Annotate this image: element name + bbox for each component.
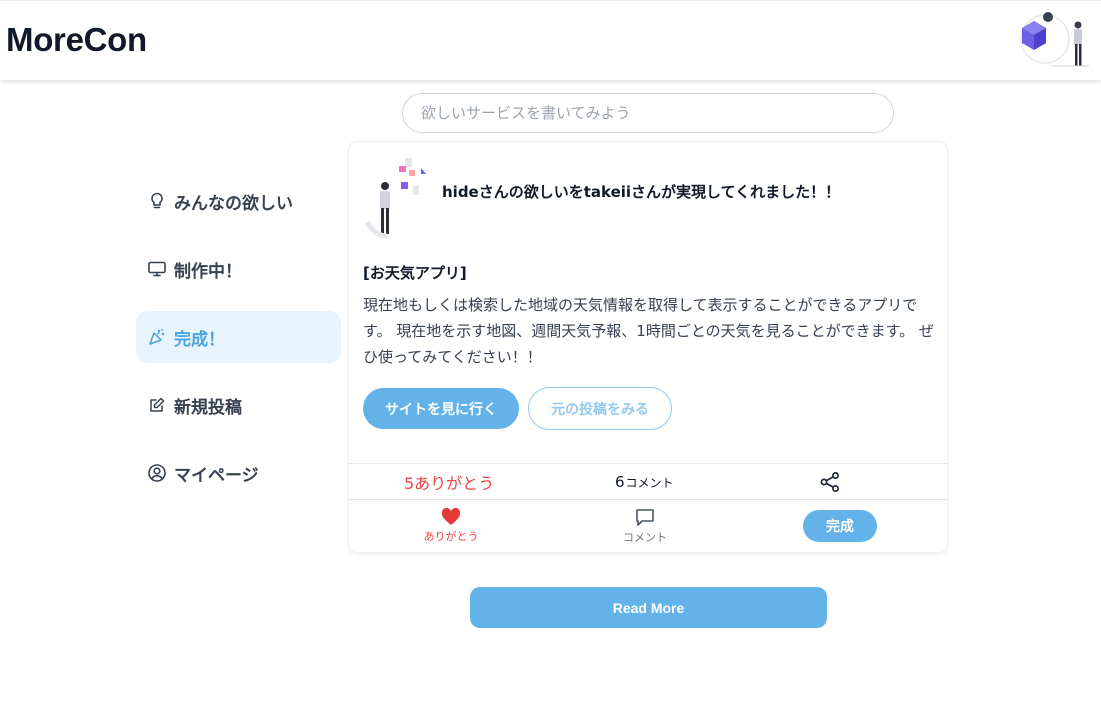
comment-icon [636, 509, 654, 526]
post-card: hideさんの欲しいをtakeiiさんが実現してくれました！！ [お天気アプリ]… [349, 142, 947, 552]
lightbulb-icon [148, 192, 166, 210]
post-stats: 5ありがとう 6 コメント [349, 463, 947, 500]
heart-icon [441, 508, 461, 525]
thanks-count: 5ありがとう [404, 474, 495, 493]
sidebar-item-new-post[interactable]: 新規投稿 [136, 379, 341, 431]
comment-button-label: コメント [623, 531, 667, 544]
sidebar-item-label: みんなの欲しい [174, 193, 293, 214]
hexagon-person-illustration [1020, 12, 1089, 67]
sidebar-item-label: マイページ [174, 465, 259, 486]
thanks-button[interactable]: ありがとう [421, 508, 481, 544]
person-with-notes-illustration [364, 158, 426, 239]
search-input[interactable] [402, 93, 894, 133]
sidebar-item-my-page[interactable]: マイページ [136, 447, 341, 499]
visit-site-button[interactable]: サイトを見に行く [363, 388, 519, 429]
monitor-icon [148, 260, 166, 278]
user-circle-icon [148, 464, 166, 482]
top-bar: MoreCon [0, 0, 1101, 80]
status-badge: 完成 [803, 510, 877, 542]
sidebar-item-label: 完成！ [174, 329, 225, 350]
sidebar-item-in-progress[interactable]: 制作中！ [136, 243, 341, 295]
sidebar-item-label: 新規投稿 [174, 397, 242, 418]
share-icon[interactable] [819, 464, 841, 500]
post-headline: hideさんの欲しいをtakeiiさんが実現してくれました！！ [442, 183, 841, 201]
thanks-button-label: ありがとう [423, 530, 479, 543]
comment-count-unit: コメント [625, 475, 674, 490]
post-actions: ありがとう コメント 完成 [349, 500, 947, 552]
comment-count-number: 6 [615, 473, 625, 491]
view-original-post-button[interactable]: 元の投稿をみる [528, 387, 672, 430]
sidebar-item-everyones-wants[interactable]: みんなの欲しい [136, 175, 341, 227]
party-popper-icon [148, 328, 166, 346]
post-title: [お天気アプリ] [363, 264, 467, 282]
post-description: 現在地もしくは検索した地域の天気情報を取得して表示することができるアプリです。 … [363, 296, 934, 366]
edit-icon [148, 396, 166, 414]
sidebar-item-completed[interactable]: 完成！ [136, 311, 341, 363]
sidebar: みんなの欲しい 制作中！ 完成！ 新規投稿 マイページ [136, 175, 341, 515]
comment-count: 6 コメント [615, 464, 674, 500]
sidebar-item-label: 制作中！ [174, 261, 242, 282]
read-more-button[interactable]: Read More [470, 587, 827, 628]
comment-button[interactable]: コメント [617, 508, 673, 545]
app-logo[interactable]: MoreCon [6, 21, 147, 59]
